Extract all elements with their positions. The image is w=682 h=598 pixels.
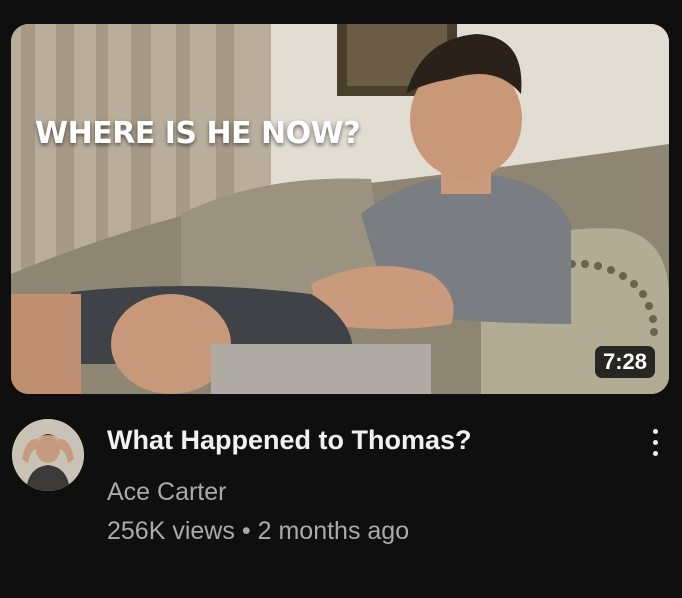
video-card: WHERE IS HE NOW? 7:28 What Happened to T… bbox=[0, 0, 682, 598]
view-count: 256K views bbox=[107, 517, 235, 545]
meta-separator: • bbox=[241, 517, 251, 545]
thumbnail-image bbox=[11, 24, 669, 394]
video-thumbnail[interactable]: WHERE IS HE NOW? 7:28 bbox=[11, 24, 669, 394]
video-meta: 256K views • 2 months ago bbox=[107, 515, 409, 547]
video-title[interactable]: What Happened to Thomas? bbox=[107, 422, 472, 458]
more-dot bbox=[652, 429, 658, 434]
upload-age: 2 months ago bbox=[257, 517, 410, 545]
channel-name[interactable]: Ace Carter bbox=[107, 476, 226, 508]
avatar-image bbox=[12, 419, 84, 491]
thumbnail-overlay-text: WHERE IS HE NOW? bbox=[35, 116, 361, 151]
duration-badge: 7:28 bbox=[594, 346, 655, 378]
more-dot bbox=[652, 451, 658, 456]
channel-avatar[interactable] bbox=[12, 419, 84, 491]
more-dot bbox=[652, 440, 658, 445]
vertical-ellipsis-icon[interactable] bbox=[644, 426, 666, 462]
